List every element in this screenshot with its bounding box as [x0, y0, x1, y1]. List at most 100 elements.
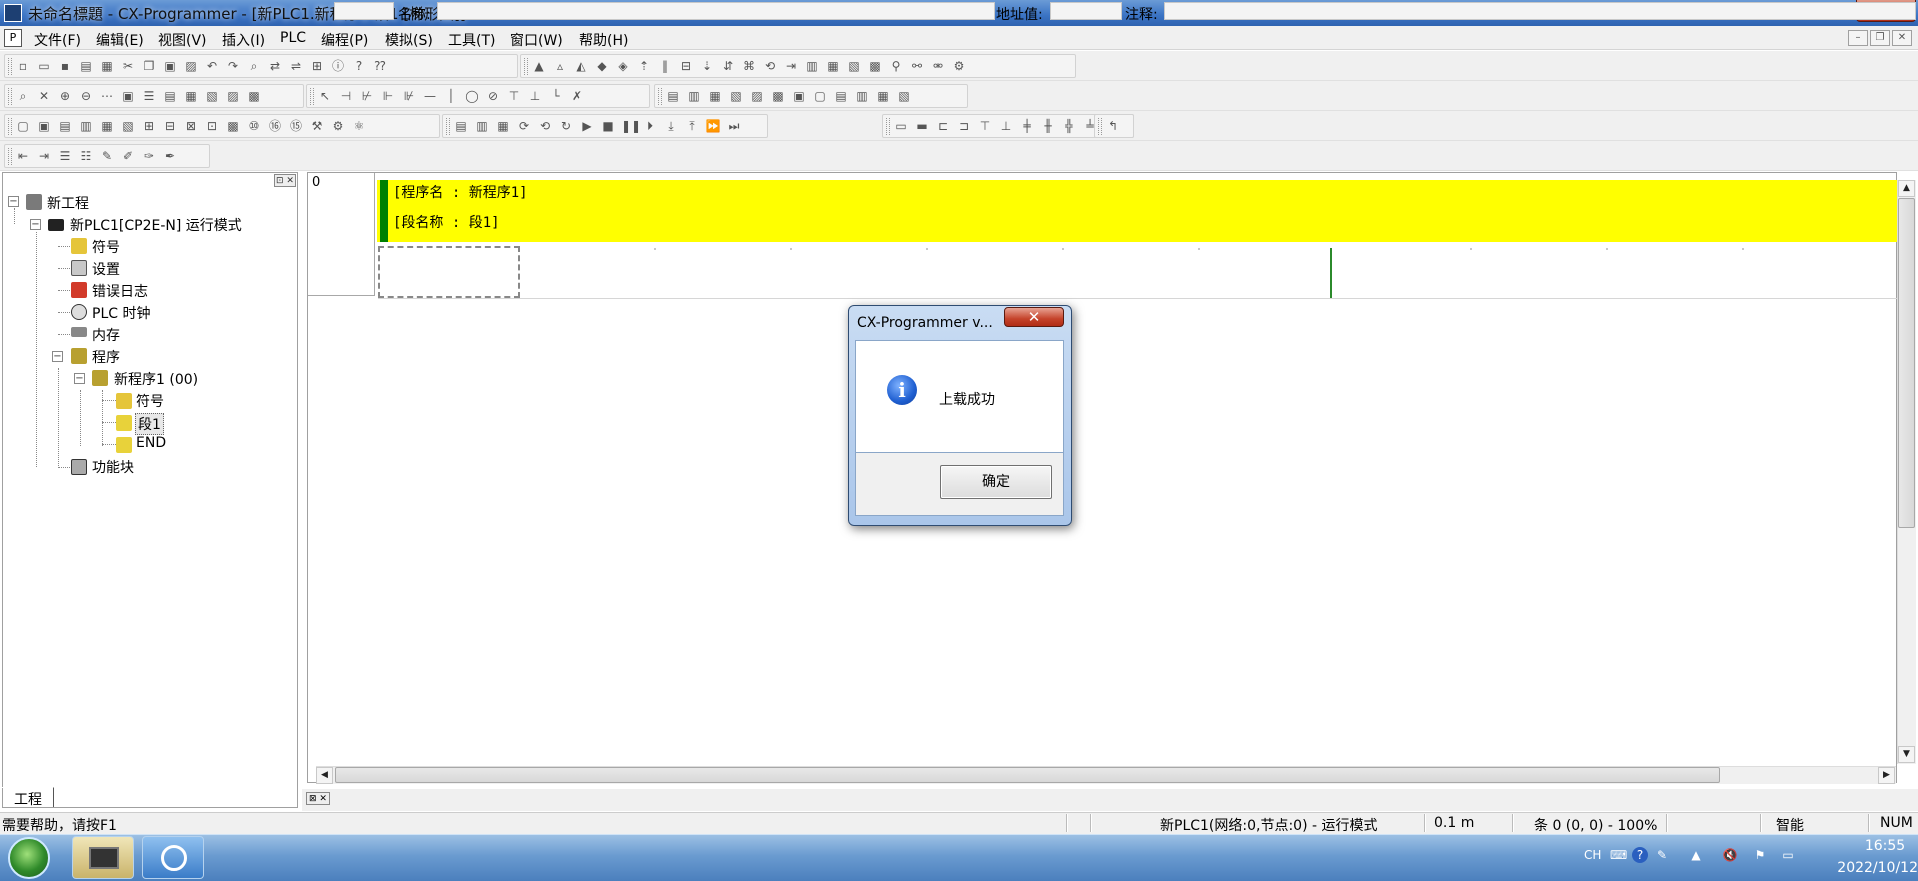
- paste-icon[interactable]: ▣: [162, 58, 178, 74]
- connect-icon[interactable]: ⚯: [909, 58, 925, 74]
- list-icon[interactable]: ☰: [57, 148, 73, 164]
- diagram-stack-icon[interactable]: ╬: [1061, 118, 1077, 134]
- bookmark-icon[interactable]: ▩: [225, 118, 241, 134]
- continuous-step-icon[interactable]: ⏩: [705, 118, 721, 134]
- diagram-contact-icon[interactable]: ▭: [893, 118, 909, 134]
- time-chart-icon[interactable]: ▦: [875, 88, 891, 104]
- menu-plc[interactable]: PLC: [280, 30, 306, 46]
- replace-icon[interactable]: ⇄: [267, 58, 283, 74]
- scroll-left-button[interactable]: ◀: [316, 767, 333, 784]
- horizontal-line-icon[interactable]: —: [422, 88, 438, 104]
- tree-item-program-symbols[interactable]: 符号: [136, 391, 164, 411]
- mdi-close-button[interactable]: ✕: [1892, 30, 1912, 46]
- lock-icon[interactable]: ◆: [594, 58, 610, 74]
- line-connect-icon[interactable]: └: [548, 88, 564, 104]
- pen-icon[interactable]: ✎: [1654, 847, 1670, 863]
- name-field[interactable]: [437, 2, 995, 20]
- monitor-icon[interactable]: ◭: [573, 58, 589, 74]
- pause-sim-icon[interactable]: ❚❚: [621, 118, 641, 134]
- address-icon[interactable]: ▦: [99, 118, 115, 134]
- menu-tools[interactable]: 工具(T): [448, 30, 495, 50]
- symbol-table-icon[interactable]: ▦: [183, 88, 199, 104]
- ok-button[interactable]: 确定: [940, 465, 1052, 499]
- transfer-icon[interactable]: ⇵: [720, 58, 736, 74]
- diagram-series-icon[interactable]: ⊥: [998, 118, 1014, 134]
- function-block-icon[interactable]: ⊥: [527, 88, 543, 104]
- step-in-icon[interactable]: ⤓: [663, 118, 679, 134]
- output-window-icon[interactable]: ▧: [204, 88, 220, 104]
- nc-coil-icon[interactable]: ⊘: [485, 88, 501, 104]
- disconnect-icon[interactable]: ⚮: [930, 58, 946, 74]
- diagram-block-icon[interactable]: ▬: [914, 118, 930, 134]
- find-icon[interactable]: ⌕: [246, 58, 262, 74]
- zoom-out-icon[interactable]: ⊖: [78, 88, 94, 104]
- open-icon[interactable]: ▭: [36, 58, 52, 74]
- delete-icon[interactable]: ▨: [183, 58, 199, 74]
- sync-icon[interactable]: ⟲: [762, 58, 778, 74]
- plc-online-icon[interactable]: ◈: [615, 58, 631, 74]
- network-icon[interactable]: ▭: [1780, 847, 1796, 863]
- ladder-cursor[interactable]: [378, 246, 520, 298]
- list-alt-icon[interactable]: ☷: [78, 148, 94, 164]
- sim-reset-icon[interactable]: ⟲: [537, 118, 553, 134]
- cut-icon[interactable]: ✂: [120, 58, 136, 74]
- properties-window-icon[interactable]: ▧: [120, 118, 136, 134]
- rung-icon[interactable]: ⊡: [204, 118, 220, 134]
- compile-icon[interactable]: ⚙: [330, 118, 346, 134]
- data-trace-icon[interactable]: ▥: [854, 88, 870, 104]
- tree-item-plc-clock[interactable]: PLC 时钟: [92, 303, 150, 323]
- mark-icon[interactable]: ✐: [120, 148, 136, 164]
- scan-run-icon[interactable]: ⏭: [726, 118, 742, 134]
- ladder-view-icon[interactable]: ▣: [120, 88, 136, 104]
- step-out-icon[interactable]: ⤒: [684, 118, 700, 134]
- tree-item-function-blocks[interactable]: 功能块: [92, 457, 134, 477]
- tree-item-programs[interactable]: 程序: [92, 347, 120, 367]
- sim-io-icon[interactable]: ▦: [495, 118, 511, 134]
- tree-item-symbols[interactable]: 符号: [92, 237, 120, 257]
- clear-marks-icon[interactable]: ✒: [162, 148, 178, 164]
- select-icon[interactable]: ✕: [36, 88, 52, 104]
- menu-edit[interactable]: 编辑(E): [96, 30, 144, 50]
- print-icon[interactable]: ▤: [78, 58, 94, 74]
- project-workspace-icon[interactable]: ▢: [15, 118, 31, 134]
- comment-icon[interactable]: ⊠: [183, 118, 199, 134]
- grid-icon[interactable]: ⋯: [99, 88, 115, 104]
- address-field[interactable]: [1050, 2, 1122, 20]
- tree-item-error-log[interactable]: 错误日志: [92, 281, 148, 301]
- memory-card-icon[interactable]: ▦: [825, 58, 841, 74]
- app-icon[interactable]: [4, 4, 22, 22]
- tree-toggle-program1[interactable]: −: [74, 373, 85, 384]
- or-nc-contact-icon[interactable]: ⊮: [401, 88, 417, 104]
- stop-icon[interactable]: ■: [600, 118, 616, 134]
- output-icon[interactable]: ▣: [36, 118, 52, 134]
- brush-icon[interactable]: ✎: [99, 148, 115, 164]
- action-center-icon[interactable]: ⚑: [1752, 847, 1768, 863]
- document-icon[interactable]: P: [4, 29, 22, 47]
- force-cancel-icon[interactable]: ▩: [770, 88, 786, 104]
- menu-insert[interactable]: 插入(I): [222, 30, 265, 50]
- menu-help[interactable]: 帮助(H): [579, 30, 628, 50]
- transfer-changes-icon[interactable]: ▦: [707, 88, 723, 104]
- pointer-icon[interactable]: ↖: [317, 88, 333, 104]
- menu-file[interactable]: 文件(F): [34, 30, 81, 50]
- indent-icon[interactable]: ⇤: [15, 148, 31, 164]
- auto-online-icon[interactable]: ▵: [552, 58, 568, 74]
- scroll-down-button[interactable]: ▼: [1898, 746, 1915, 763]
- compile-all-icon[interactable]: ⚛: [351, 118, 367, 134]
- tree-item-section1[interactable]: 段1: [135, 413, 164, 435]
- diagram-output-icon[interactable]: ⊐: [956, 118, 972, 134]
- menu-program[interactable]: 编程(P): [321, 30, 368, 50]
- clock-time[interactable]: 16:55: [1850, 838, 1918, 854]
- tree-pane-close-button[interactable]: ⊡ ✕: [274, 174, 296, 187]
- sim-online-icon[interactable]: ⟳: [516, 118, 532, 134]
- step-run-icon[interactable]: ⏵: [642, 118, 658, 134]
- task-icon[interactable]: ▧: [896, 88, 912, 104]
- upload-icon[interactable]: ⇡: [636, 58, 652, 74]
- tree-toggle-programs[interactable]: −: [52, 351, 63, 362]
- return-line-icon[interactable]: ↰: [1105, 118, 1121, 134]
- compare-icon[interactable]: ⊟: [678, 58, 694, 74]
- sim-monitor-icon[interactable]: ▤: [453, 118, 469, 134]
- cancel-edit-icon[interactable]: ▥: [686, 88, 702, 104]
- horizontal-scroll-thumb[interactable]: [335, 767, 1720, 783]
- mdi-minimize-button[interactable]: –: [1848, 30, 1868, 46]
